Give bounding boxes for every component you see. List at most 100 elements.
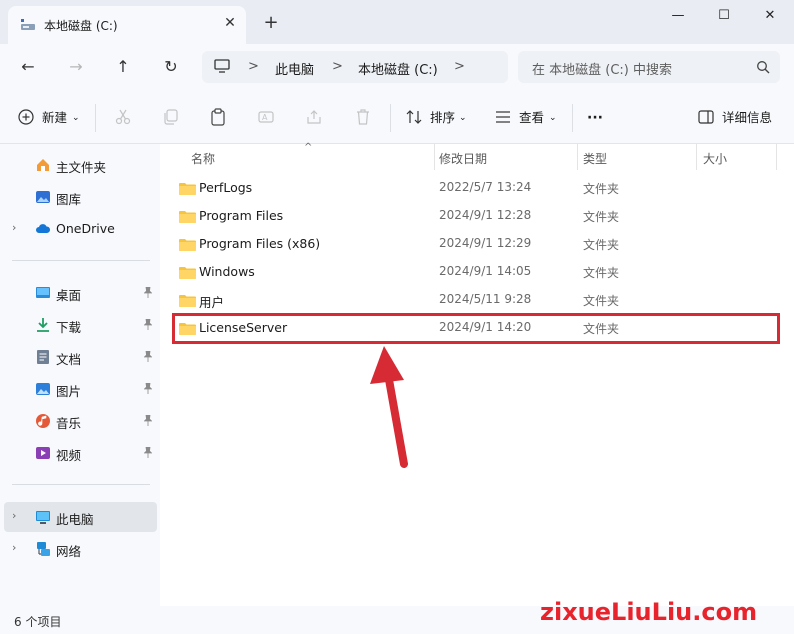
file-date: 2022/5/7 13:24	[439, 180, 532, 194]
search-input[interactable]: 在 本地磁盘 (C:) 中搜索	[532, 59, 672, 78]
details-button[interactable]: 详细信息	[722, 107, 772, 129]
more-options-button[interactable]: ···	[587, 107, 603, 129]
navigation-pane: 主文件夹 图库 › OneDrive 桌面 下载 文档 图片 音乐 视频 › 此…	[0, 144, 160, 606]
sidebar-item-this-pc[interactable]: › 此电脑	[4, 502, 157, 532]
file-name: 用户	[199, 295, 225, 310]
pin-icon[interactable]	[144, 415, 152, 426]
folder-icon	[179, 295, 196, 307]
tab-title: 本地磁盘 (C:)	[44, 19, 118, 33]
chevron-right-icon: >	[332, 59, 343, 74]
pin-icon[interactable]	[144, 383, 152, 394]
desktop-icon	[36, 287, 50, 298]
pin-icon[interactable]	[144, 319, 152, 330]
highlight-box	[172, 313, 780, 344]
table-row[interactable]: Windows 2024/9/1 14:05 文件夹	[172, 258, 782, 286]
sort-button[interactable]: 排序	[430, 107, 455, 129]
document-icon	[37, 350, 49, 364]
file-date: 2024/9/1 12:29	[439, 236, 532, 250]
breadcrumb-item-this-pc[interactable]: 此电脑	[275, 59, 314, 78]
computer-icon	[36, 511, 50, 524]
folder-icon	[179, 239, 196, 251]
svg-text:A: A	[262, 113, 268, 122]
sort-icon	[406, 110, 422, 124]
sidebar-item-downloads[interactable]: 下载	[4, 310, 157, 340]
file-date: 2024/9/1 12:28	[439, 208, 532, 222]
close-tab-button[interactable]: ✕	[222, 15, 238, 31]
sidebar-item-pictures[interactable]: 图片	[4, 374, 157, 404]
chevron-right-icon[interactable]: ›	[12, 541, 16, 554]
refresh-button[interactable]: ↻	[159, 56, 183, 78]
sort-ascending-icon: ^	[304, 142, 313, 153]
watermark: zixueLiuLiu.com	[540, 598, 758, 626]
column-header-type[interactable]: 类型	[583, 148, 607, 170]
chevron-right-icon[interactable]: ›	[12, 221, 16, 234]
minimize-button[interactable]: —	[662, 6, 694, 26]
toolbar-divider	[390, 104, 391, 132]
toolbar-divider	[95, 104, 96, 132]
sidebar-item-onedrive[interactable]: › OneDrive	[4, 214, 157, 244]
details-pane-icon	[698, 110, 714, 124]
home-icon	[37, 159, 49, 171]
close-window-button[interactable]: ✕	[754, 6, 786, 26]
column-divider[interactable]	[776, 144, 777, 170]
sidebar-item-documents[interactable]: 文档	[4, 342, 157, 372]
maximize-button[interactable]: ☐	[708, 6, 740, 26]
search-icon	[757, 61, 770, 74]
file-name: Program Files	[199, 208, 284, 223]
forward-button[interactable]: →	[64, 56, 88, 78]
pin-icon[interactable]	[144, 447, 152, 458]
column-divider[interactable]	[577, 144, 578, 170]
network-icon	[37, 542, 50, 556]
table-row[interactable]: Program Files 2024/9/1 12:28 文件夹	[172, 202, 782, 230]
address-bar: ← → ↑ ↻ > 此电脑 > 本地磁盘 (C:) > 在 本地磁盘 (C:) …	[0, 44, 794, 92]
toolbar-divider	[572, 104, 573, 132]
music-icon	[36, 414, 50, 428]
title-bar: 本地磁盘 (C:) ✕ + — ☐ ✕	[0, 0, 794, 44]
video-icon	[36, 447, 50, 459]
chevron-down-icon: ⌄	[72, 113, 80, 123]
rename-icon[interactable]: A	[258, 109, 274, 125]
gallery-icon	[36, 191, 50, 203]
chevron-right-icon[interactable]: >	[454, 59, 465, 74]
cut-icon[interactable]	[115, 109, 131, 125]
cloud-icon	[36, 224, 51, 233]
pin-icon[interactable]	[144, 351, 152, 362]
drive-icon	[21, 19, 35, 30]
table-row[interactable]: PerfLogs 2022/5/7 13:24 文件夹	[172, 174, 782, 202]
column-header-name[interactable]: 名称	[191, 148, 215, 170]
sidebar-item-videos[interactable]: 视频	[4, 438, 157, 468]
search-box[interactable]: 在 本地磁盘 (C:) 中搜索	[518, 51, 780, 83]
file-list: 名称 ^ 修改日期 类型 大小 PerfLogs 2022/5/7 13:24 …	[160, 142, 794, 606]
folder-icon	[179, 267, 196, 279]
share-icon[interactable]	[306, 109, 322, 125]
new-tab-button[interactable]: +	[262, 14, 280, 32]
sidebar-item-music[interactable]: 音乐	[4, 406, 157, 436]
column-divider[interactable]	[434, 144, 435, 170]
folder-icon	[179, 183, 196, 195]
up-button[interactable]: ↑	[111, 56, 135, 78]
paste-icon[interactable]	[210, 108, 226, 126]
sidebar-item-gallery[interactable]: 图库	[4, 182, 157, 212]
view-button[interactable]: 查看	[519, 107, 544, 129]
tab-local-disk[interactable]: 本地磁盘 (C:) ✕	[8, 6, 246, 44]
file-type: 文件夹	[583, 266, 620, 280]
column-divider[interactable]	[696, 144, 697, 170]
table-row[interactable]: Program Files (x86) 2024/9/1 12:29 文件夹	[172, 230, 782, 258]
picture-icon	[36, 383, 50, 395]
chevron-down-icon: ⌄	[549, 113, 557, 123]
chevron-right-icon[interactable]: ›	[12, 509, 16, 522]
breadcrumb[interactable]: > 此电脑 > 本地磁盘 (C:) >	[202, 51, 508, 83]
sidebar-item-desktop[interactable]: 桌面	[4, 278, 157, 308]
back-button[interactable]: ←	[16, 56, 40, 78]
sidebar-item-network[interactable]: › 网络	[4, 534, 157, 564]
sidebar-divider	[12, 484, 150, 485]
column-header-size[interactable]: 大小	[703, 148, 727, 170]
delete-icon[interactable]	[355, 109, 371, 125]
breadcrumb-item-local-disk[interactable]: 本地磁盘 (C:)	[358, 59, 438, 78]
column-header-modified[interactable]: 修改日期	[439, 148, 487, 170]
table-row[interactable]: 用户 2024/5/11 9:28 文件夹	[172, 286, 782, 314]
new-button[interactable]: 新建	[42, 107, 67, 129]
sidebar-item-home[interactable]: 主文件夹	[4, 150, 157, 180]
copy-icon[interactable]	[163, 109, 179, 125]
pin-icon[interactable]	[144, 287, 152, 298]
